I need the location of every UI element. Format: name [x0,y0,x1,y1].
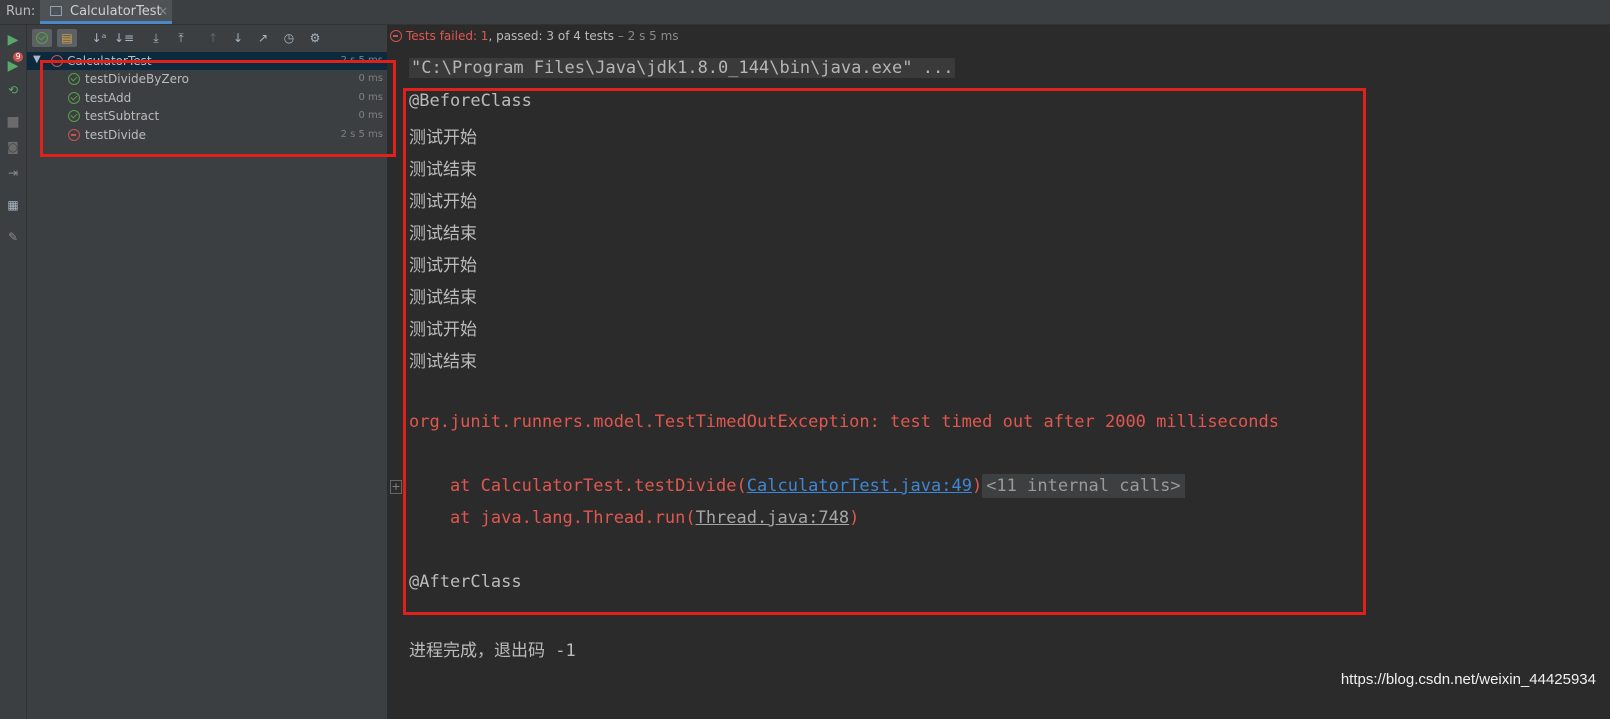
export-icon[interactable]: ⇥ [4,164,22,182]
history-icon[interactable]: ◷ [279,29,299,47]
sort-duration-icon[interactable]: ↓≡ [114,29,134,47]
fail-icon [390,30,402,42]
java-command[interactable]: "C:\Program Files\Java\jdk1.8.0_144\bin\… [409,58,956,78]
console-command-line: "C:\Program Files\Java\jdk1.8.0_144\bin\… [409,58,956,78]
annotation-box-console [403,88,1366,615]
status-separator: , [488,29,497,43]
layout-icon[interactable]: ▦ [4,196,22,214]
expand-all-icon[interactable]: ⤓ [146,29,166,47]
sort-alpha-icon[interactable]: ↓ᵃ [89,29,109,47]
prev-failed-icon[interactable]: ↑ [203,29,223,47]
show-ignored-icon[interactable]: ▤ [57,29,77,47]
camera-icon[interactable]: ◙ [4,138,22,156]
rerun-failed-icon[interactable]: ▶ 9 [4,52,23,75]
test-status-summary: Tests failed: 1, passed: 3 of 4 tests – … [390,29,679,43]
console-exit-code: 进程完成，退出码 -1 [409,641,576,661]
fold-expand-icon[interactable]: + [390,480,402,494]
watermark: https://blog.csdn.net/weixin_44425934 [1340,671,1596,688]
run-icon[interactable]: ▶ [4,31,22,49]
tests-duration-text: – 2 s 5 ms [614,29,679,43]
close-icon[interactable]: × [158,4,168,18]
settings-icon[interactable]: ⚙ [305,29,325,47]
test-config-icon [50,6,62,16]
pin-icon[interactable]: ✎ [4,228,22,246]
tab-calculator-test[interactable]: CalculatorTest × [40,0,172,24]
toggle-auto-test-icon[interactable]: ⟲ [4,81,22,99]
run-side-toolbar: ▶ ▶ 9 ⟲ ■ ◙ ⇥ ▦ ✎ [0,25,27,719]
test-tree-toolbar: ▤ ↓ᵃ ↓≡ ⤓ ⤒ ↑ ↓ ↗ ◷ ⚙ [27,25,387,53]
run-tool-window-header: Run: CalculatorTest × [0,0,1610,25]
run-label: Run: [6,4,36,19]
collapse-all-icon[interactable]: ⤒ [171,29,191,47]
annotation-box-tree [40,60,396,157]
tests-passed-text: passed: 3 of 4 tests [496,29,614,43]
show-passed-icon[interactable] [32,29,52,47]
tests-failed-text: Tests failed: 1 [406,29,489,43]
failed-count-badge: 9 [13,52,23,62]
stop-icon[interactable]: ■ [4,113,22,131]
export-results-icon[interactable]: ↗ [253,29,273,47]
tab-title: CalculatorTest [70,4,162,19]
next-failed-icon[interactable]: ↓ [228,29,248,47]
